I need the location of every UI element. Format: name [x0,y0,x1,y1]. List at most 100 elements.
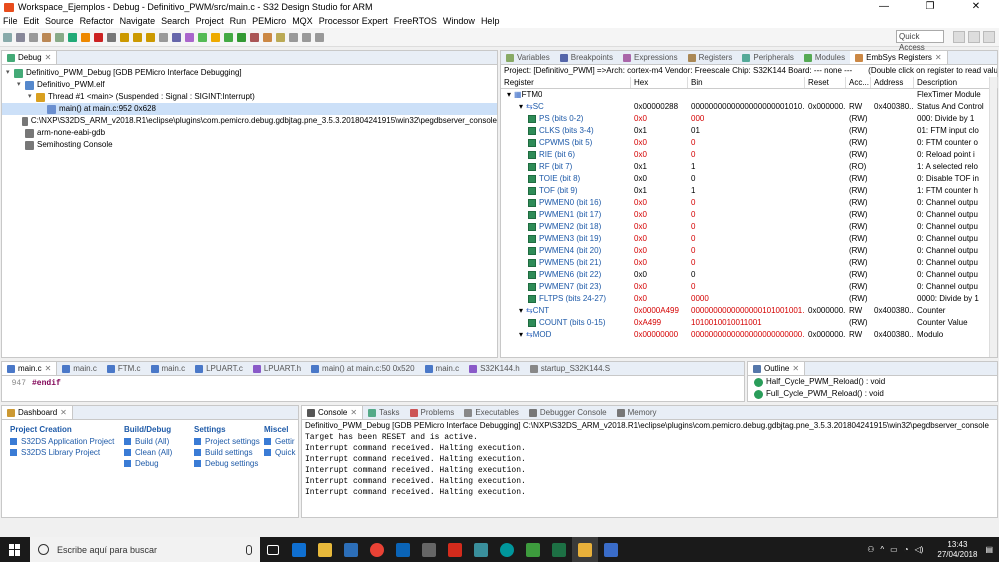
dashboard-link[interactable]: S32DS Application Project [10,436,114,447]
volume-icon[interactable]: ◁) [915,545,924,554]
notifications-icon[interactable]: ▤ [985,545,993,554]
menu-run[interactable]: Run [230,16,247,26]
disconnect-icon[interactable] [107,32,116,42]
tab-outline[interactable]: Outline ✕ [748,362,806,375]
register-row[interactable]: TOIE (bit 8) 0x0 0 (RW) 0: Disable TOF in [501,173,998,185]
dashboard-link[interactable]: Quick [264,447,295,458]
acrobat-app[interactable] [442,537,468,562]
debug-perspective-icon[interactable] [983,31,995,43]
external-tools-icon[interactable] [250,32,259,42]
expand-arrow-icon[interactable]: ▾ [6,67,14,79]
tab-tasks[interactable]: Tasks [363,406,404,419]
step-into-icon[interactable] [120,32,129,42]
editor-tab[interactable]: LPUART.h [248,362,306,375]
battery-icon[interactable]: ▭ [890,545,898,554]
stack-frame-selected[interactable]: main() at main.c:952 0x628 [2,103,497,115]
store-app[interactable] [338,537,364,562]
resume-icon[interactable] [68,32,77,42]
tab-registers[interactable]: Registers [683,51,738,64]
start-button[interactable] [0,537,30,562]
tab-variables[interactable]: Variables [501,51,555,64]
register-row[interactable]: FLTPS (bits 24-27) 0x0 0000 (RW) 0000: Divid… [501,293,998,305]
tab-problems[interactable]: Problems [405,406,460,419]
editor-tab[interactable]: main.c ✕ [2,362,58,375]
editor-tab[interactable]: main.c [146,362,191,375]
tab-executables[interactable]: Executables [459,406,524,419]
chevron-down-icon[interactable]: ▾ [504,89,511,101]
register-row[interactable]: COUNT (bits 0-15) 0xA499 1010010010011001 (… [501,317,998,329]
register-row[interactable]: PWMEN2 (bit 18) 0x0 0 (RW) 0: Channel outpu [501,221,998,233]
vertical-scrollbar[interactable] [989,77,997,357]
column-header[interactable]: Hex [631,77,688,88]
close-icon[interactable]: ✕ [350,408,357,417]
menu-window[interactable]: Window [443,16,475,26]
register-row[interactable]: PWMEN6 (bit 22) 0x0 0 (RW) 0: Channel outpu [501,269,998,281]
menu-navigate[interactable]: Navigate [120,16,156,26]
taskbar-search[interactable]: Escribe aquí para buscar [30,537,260,562]
editor-tab[interactable]: S32K144.h [464,362,525,375]
tab-embsys-registers[interactable]: EmbSys Registers ✕ [850,51,948,64]
tab-peripherals[interactable]: Peripherals [737,51,798,64]
file-explorer-app[interactable] [312,537,338,562]
register-row[interactable]: PWMEN3 (bit 19) 0x0 0 (RW) 0: Channel outpu [501,233,998,245]
quick-access-input[interactable]: Quick Access [896,30,944,52]
dashboard-link[interactable]: Clean (All) [124,447,172,458]
close-icon[interactable]: ✕ [935,53,942,62]
column-header[interactable]: Bin [688,77,805,88]
save-icon[interactable] [16,32,25,42]
menu-freertos[interactable]: FreeRTOS [394,16,437,26]
editor-line[interactable]: 947 #endif [2,376,744,388]
task-view-button[interactable] [260,537,286,562]
step-over-icon[interactable] [133,32,142,42]
menu-processor-expert[interactable]: Processor Expert [319,16,388,26]
connect-icon[interactable] [55,32,64,42]
tab-dashboard[interactable]: Dashboard ✕ [2,406,73,419]
register-row[interactable]: ▾ ⇆ SC 0x00000288 000000000000000000000101… [501,101,998,113]
editor-tab[interactable]: main() at main.c:50 0x520 [306,362,420,375]
tab-debug[interactable]: Debug ✕ [2,51,58,64]
menu-file[interactable]: File [3,16,18,26]
s32ds-app[interactable] [572,537,598,562]
chip-icon[interactable] [198,32,207,42]
register-row[interactable]: PWMEN5 (bit 21) 0x0 0 (RW) 0: Channel outpu [501,257,998,269]
menu-pemicro[interactable]: PEMicro [252,16,286,26]
dashboard-link[interactable]: Gettir [264,436,295,447]
pen-app[interactable] [468,537,494,562]
editor-tab[interactable]: startup_S32K144.S [525,362,615,375]
tab-breakpoints[interactable]: Breakpoints [555,51,618,64]
forward-icon[interactable] [315,32,324,42]
register-row[interactable]: RF (bit 7) 0x1 1 (RO) 1: A selected relo [501,161,998,173]
maximize-button[interactable]: ❐ [907,0,953,14]
chevron-down-icon[interactable]: ▾ [516,329,523,341]
close-button[interactable]: ✕ [953,0,999,14]
menu-help[interactable]: Help [481,16,500,26]
menu-search[interactable]: Search [161,16,190,26]
register-row[interactable]: ▾ ▦ FTM0 FlexTimer Module [501,89,998,101]
calculator-app[interactable] [416,537,442,562]
dashboard-link[interactable]: Build (All) [124,436,172,447]
network-icon[interactable]: ◔ [904,545,909,554]
open-type-icon[interactable] [263,32,272,42]
menu-source[interactable]: Source [45,16,74,26]
excel-app[interactable] [546,537,572,562]
step-return-icon[interactable] [146,32,155,42]
dashboard-link[interactable]: Project settings [194,436,260,447]
search-icon[interactable] [276,32,285,42]
run-icon[interactable] [237,32,246,42]
register-row[interactable]: PWMEN0 (bit 16) 0x0 0 (RW) 0: Channel outpu [501,197,998,209]
column-header[interactable]: Acc... [846,77,871,88]
column-header[interactable]: Description [914,77,998,88]
dashboard-link[interactable]: Debug [124,458,172,469]
tab-debugger-console[interactable]: Debugger Console [524,406,612,419]
clock[interactable]: 13:43 27/04/2018 [937,540,977,560]
chrome-app[interactable] [364,537,390,562]
debug-icon[interactable] [224,32,233,42]
register-row[interactable]: PWMEN1 (bit 17) 0x0 0 (RW) 0: Channel outpu [501,209,998,221]
build-icon[interactable] [42,32,51,42]
flash-icon[interactable] [211,32,220,42]
suspend-icon[interactable] [81,32,90,42]
close-icon[interactable]: ✕ [45,364,52,373]
tab-expressions[interactable]: Expressions [618,51,683,64]
menu-mqx[interactable]: MQX [292,16,313,26]
menu-edit[interactable]: Edit [24,16,40,26]
